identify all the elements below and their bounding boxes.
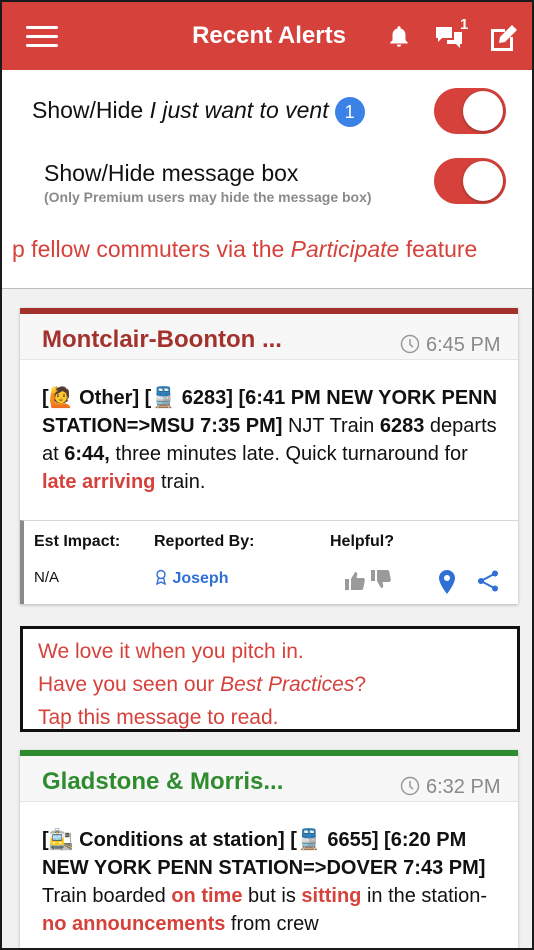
map-pin-icon[interactable] (438, 569, 456, 595)
alert-body: [🚉 Conditions at station] [🚆 6655] [6:20… (20, 802, 518, 938)
vent-count-badge: 1 (334, 97, 365, 127)
alert-highlight: on time (171, 885, 243, 907)
card-header: Gladstone & Morris... 6:32 PM (20, 756, 518, 802)
message-box-toggle-sublabel: (Only Premium users may hide the message… (44, 189, 372, 205)
clock-icon (400, 776, 420, 796)
vent-label-prefix: Show/Hide (32, 97, 150, 124)
best-practices-link: Best Practices (220, 673, 355, 696)
alert-highlight: late arriving (42, 471, 156, 493)
thumbs-up-icon[interactable] (344, 571, 366, 591)
message-box-toggle-label: Show/Hide message box (44, 160, 299, 186)
reported-by-label: Reported By: (154, 533, 255, 550)
alert-text: in the station- (361, 885, 488, 907)
clock-icon (400, 334, 420, 354)
message-line: Have you seen our Best Practices? (38, 668, 517, 701)
alert-time: 6:32 PM (426, 776, 501, 798)
impact-value: N/A (34, 569, 60, 586)
card-header: Montclair-Boonton ... 6:45 PM (20, 314, 518, 360)
alert-text: train. (155, 471, 206, 493)
alert-text: from crew (225, 913, 319, 935)
alert-train-number: 6283 (379, 415, 425, 437)
alert-card[interactable]: Montclair-Boonton ... 6:45 PM [🙋 Other] … (20, 308, 518, 604)
vent-label-italic: I just want to vent (149, 97, 329, 124)
alert-highlight: sitting (301, 885, 362, 907)
vent-toggle-switch[interactable] (434, 88, 506, 134)
impact-label: Est Impact: (34, 533, 121, 550)
app-header: Recent Alerts 1 (2, 2, 532, 70)
alert-time: 6:45 PM (426, 334, 501, 356)
reporter-link[interactable]: Joseph (154, 569, 228, 588)
message-line: We love it when you pitch in. (38, 640, 304, 663)
card-footer: Est Impact: Reported By: Helpful? N/A Jo… (20, 520, 518, 604)
marquee-italic: Participate (290, 236, 400, 262)
line-name: Gladstone & Morris... (42, 768, 284, 795)
marquee-text: p fellow commuters via the (12, 236, 291, 262)
alert-text: three minutes late. Quick turnaround for (109, 443, 468, 465)
alert-text: NJT Train (282, 415, 380, 437)
message-line: Tap this message to read. (38, 706, 279, 729)
helpful-label: Helpful? (330, 533, 394, 550)
share-icon[interactable] (476, 569, 500, 593)
reporter-name: Joseph (172, 570, 229, 587)
alert-highlight: no announcements (42, 913, 226, 935)
vent-toggle-label: Show/Hide I just want to vent 1 (32, 97, 365, 127)
alert-card[interactable]: Gladstone & Morris... 6:32 PM [🚉 Conditi… (20, 750, 518, 948)
alert-text: but is (242, 885, 302, 907)
participate-marquee[interactable]: p fellow commuters via the Participate f… (12, 236, 477, 263)
line-name: Montclair-Boonton ... (42, 326, 282, 353)
best-practices-message-box[interactable]: We love it when you pitch in. Have you s… (20, 626, 520, 732)
compose-icon[interactable] (488, 22, 520, 54)
alert-tags: [🚉 Conditions at station] [🚆 6655] [6:20… (42, 829, 486, 879)
chat-count-badge: 1 (460, 16, 469, 33)
alert-text: Train boarded (42, 885, 172, 907)
alert-depart-time: 6:44, (64, 443, 110, 465)
app-frame: Recent Alerts 1 Show/Hide I just want to… (0, 0, 534, 950)
switch-knob (463, 161, 503, 201)
alert-body: [🙋 Other] [🚆 6283] [6:41 PM NEW YORK PEN… (20, 360, 518, 496)
bell-icon[interactable] (386, 24, 412, 50)
message-box-toggle-switch[interactable] (434, 158, 506, 204)
thumbs-down-icon[interactable] (370, 569, 392, 589)
message-text: Have you seen our (38, 673, 221, 696)
ribbon-icon (155, 569, 167, 586)
message-text: ? (354, 673, 367, 696)
marquee-text-end: feature (399, 236, 478, 262)
switch-knob (463, 91, 503, 131)
